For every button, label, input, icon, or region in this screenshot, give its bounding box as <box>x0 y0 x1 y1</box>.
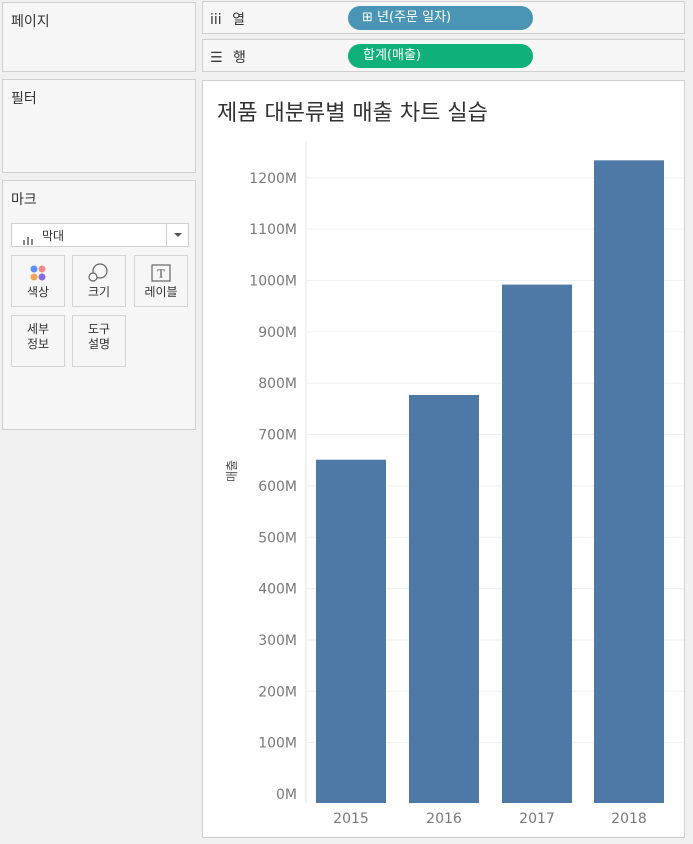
svg-text:T: T <box>157 268 165 281</box>
rows-shelf-label: ☰ 행 <box>210 50 246 66</box>
mark-type-dropdown[interactable]: 막대 <box>11 223 189 247</box>
filters-panel: 필터 <box>2 79 196 173</box>
y-tick-label: 0M <box>276 787 297 803</box>
label-button[interactable]: T 레이블 <box>134 255 188 307</box>
size-button[interactable]: 크기 <box>72 255 126 307</box>
y-tick-label: 1100M <box>249 222 297 238</box>
x-tick-label: 2015 <box>333 811 369 827</box>
label-text-icon: T <box>135 261 187 285</box>
color-dots-icon <box>12 261 64 285</box>
mark-type-label: 막대 <box>42 229 65 243</box>
viz-panel: 제품 대분류별 매출 차트 실습 0M 100M 200M 300M 400M 500M 6… <box>202 80 685 838</box>
y-tick-label: 800M <box>258 376 297 392</box>
x-tick-label: 2016 <box>426 811 462 827</box>
y-tick-label: 400M <box>258 582 297 598</box>
y-tick-label: 1000M <box>249 274 297 290</box>
bar <box>502 284 572 803</box>
y-tick-label: 600M <box>258 479 297 495</box>
label-button-label: 레이블 <box>144 285 178 299</box>
tooltip-button-label: 도구 설명 <box>87 322 111 351</box>
marks-title: 마크 <box>11 192 37 208</box>
size-button-label: 크기 <box>87 285 111 299</box>
size-icon <box>73 261 125 285</box>
color-button-label: 색상 <box>26 285 50 299</box>
x-tick-label: 2018 <box>611 811 647 827</box>
bar <box>594 160 664 803</box>
columns-shelf-label: iii 열 <box>210 12 246 28</box>
y-tick-label: 900M <box>258 325 297 341</box>
tooltip-button[interactable]: 도구 설명 <box>72 315 126 367</box>
rows-pill-sum-sales[interactable]: 합계(매출) <box>348 44 533 68</box>
filters-title: 필터 <box>11 91 37 107</box>
y-tick-label: 1200M <box>249 171 297 187</box>
columns-shelf[interactable]: iii 열 ⊞ 년(주문 일자) <box>202 1 685 34</box>
detail-button-label: 세부 정보 <box>26 322 50 351</box>
bar-chart-icon <box>23 230 33 249</box>
bar <box>316 459 386 803</box>
pages-title: 페이지 <box>11 14 50 30</box>
x-tick-label: 2017 <box>519 811 555 827</box>
marks-panel: 마크 막대 색상 크기 T 레이블 세부 정보 도구 설명 <box>2 180 196 430</box>
rows-icon: ☰ <box>210 50 223 66</box>
rows-shelf[interactable]: ☰ 행 합계(매출) <box>202 39 685 72</box>
detail-button[interactable]: 세부 정보 <box>11 315 65 367</box>
color-button[interactable]: 색상 <box>11 255 65 307</box>
y-tick-label: 100M <box>258 736 297 752</box>
chevron-down-icon[interactable] <box>166 224 188 246</box>
y-axis-title: 매출 <box>225 460 239 482</box>
bar-chart: 0M 100M 200M 300M 400M 500M 600M 700M 800M 900M 10… <box>225 141 684 827</box>
columns-icon: iii <box>210 12 222 28</box>
y-tick-label: 500M <box>258 530 297 546</box>
y-tick-label: 200M <box>258 684 297 700</box>
pages-panel: 페이지 <box>2 2 196 72</box>
y-tick-label: 700M <box>258 428 297 444</box>
columns-pill-order-year[interactable]: ⊞ 년(주문 일자) <box>348 6 533 30</box>
bar <box>409 395 479 803</box>
y-tick-label: 300M <box>258 633 297 649</box>
